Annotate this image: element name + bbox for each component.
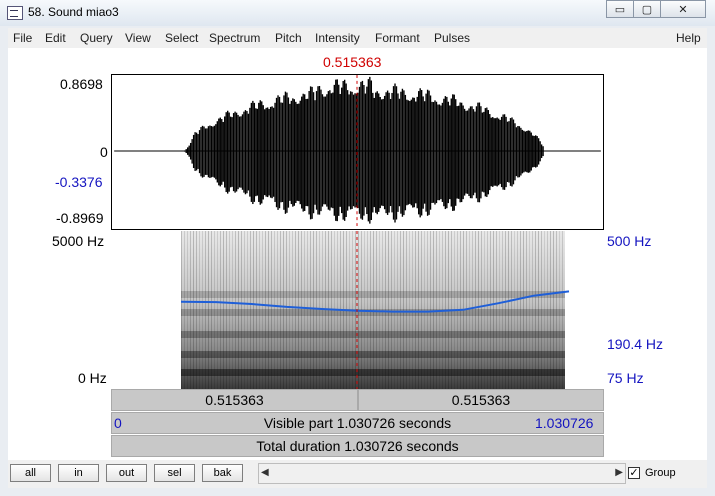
- waveform-yzero-label: 0: [100, 144, 108, 160]
- close-button[interactable]: ✕: [660, 0, 706, 18]
- zoom-out-button[interactable]: out: [106, 464, 147, 482]
- visible-end-label: 1.030726: [535, 415, 594, 431]
- right-half-time: 0.515363: [451, 392, 511, 408]
- zoom-back-button[interactable]: bak: [202, 464, 243, 482]
- menu-file[interactable]: File: [13, 31, 32, 45]
- bottom-toolbar: all in out sel bak ◀ ▶ ✓ Group: [8, 460, 707, 488]
- menu-formant[interactable]: Formant: [375, 31, 420, 45]
- menu-view[interactable]: View: [125, 31, 151, 45]
- menu-query[interactable]: Query: [80, 31, 113, 45]
- pitch-cursor-label: 190.4 Hz: [607, 336, 664, 352]
- spectrogram-panel[interactable]: [111, 231, 604, 389]
- waveform-ymin-label: -0.8969: [56, 210, 104, 226]
- minimize-button[interactable]: ▭: [606, 0, 634, 18]
- pitch-min-label: 75 Hz: [607, 370, 644, 386]
- group-label: Group: [645, 467, 676, 479]
- total-duration-bar[interactable]: Total duration 1.030726 seconds: [111, 435, 604, 457]
- menu-intensity[interactable]: Intensity: [315, 31, 360, 45]
- zoom-all-button[interactable]: all: [10, 464, 51, 482]
- total-duration-text: Total duration 1.030726 seconds: [256, 438, 459, 454]
- spectrogram-fmax-label: 5000 Hz: [52, 233, 105, 249]
- waveform-panel[interactable]: [111, 74, 604, 230]
- visible-part-text: Visible part 1.030726 seconds: [263, 415, 452, 431]
- menu-pulses[interactable]: Pulses: [434, 31, 470, 45]
- menu-spectrum[interactable]: Spectrum: [209, 31, 260, 45]
- left-half-time: 0.515363: [205, 392, 264, 408]
- check-icon: ✓: [629, 467, 639, 479]
- scroll-left-icon[interactable]: ◀: [261, 467, 269, 478]
- close-icon: ✕: [678, 4, 688, 16]
- scroll-right-icon[interactable]: ▶: [615, 467, 623, 478]
- menu-bar: File Edit Query View Select Spectrum Pit…: [8, 28, 707, 48]
- waveform-signal: [184, 76, 544, 224]
- window-title: 58. Sound miao3: [28, 5, 119, 19]
- menu-select[interactable]: Select: [165, 31, 198, 45]
- selection-right-half[interactable]: 0.515363: [358, 389, 604, 411]
- waveform-ymax-label: 0.8698: [60, 76, 103, 92]
- group-checkbox[interactable]: ✓: [628, 467, 640, 479]
- minimize-icon: ▭: [614, 4, 626, 16]
- menu-help[interactable]: Help: [676, 31, 701, 45]
- zoom-sel-button[interactable]: sel: [154, 464, 195, 482]
- visible-part-bar[interactable]: Visible part 1.030726 seconds: [111, 412, 604, 434]
- selection-left-half[interactable]: 0.515363: [111, 389, 358, 411]
- menu-edit[interactable]: Edit: [45, 31, 66, 45]
- time-scrollbar[interactable]: ◀ ▶: [258, 463, 626, 484]
- cursor-time-label: 0.515363: [323, 54, 382, 70]
- maximize-button[interactable]: ▢: [633, 0, 661, 18]
- pitch-max-label: 500 Hz: [607, 233, 652, 249]
- spectrogram-fmin-label: 0 Hz: [78, 370, 107, 386]
- maximize-icon: ▢: [641, 4, 653, 16]
- zoom-in-button[interactable]: in: [58, 464, 99, 482]
- visible-start-label: 0: [114, 415, 122, 431]
- waveform-ycursor-label: -0.3376: [55, 174, 103, 190]
- menu-pitch[interactable]: Pitch: [275, 31, 302, 45]
- app-icon: [7, 6, 23, 20]
